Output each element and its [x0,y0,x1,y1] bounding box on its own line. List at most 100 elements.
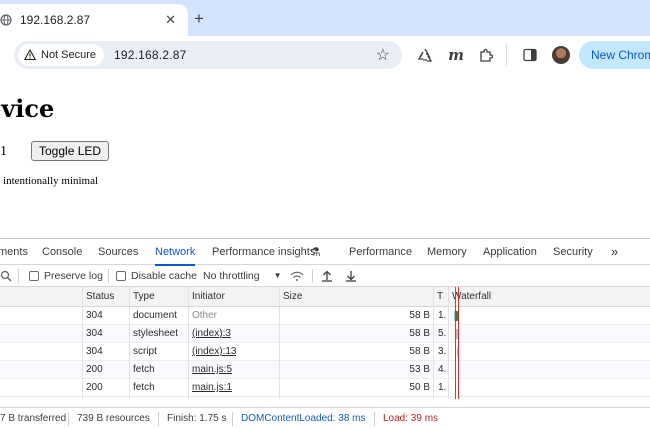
tab-title: 192.168.2.87 [20,13,91,27]
tab-strip: 192.168.2.87 ✕ + [0,0,650,36]
column-divider[interactable] [448,287,449,399]
browser-tab[interactable]: 192.168.2.87 ✕ [0,4,188,36]
preserve-log-checkbox[interactable]: Preserve log [29,265,103,287]
table-row[interactable]: 304 document Other 58 B 1. [0,307,650,325]
cell-time: 5. [438,328,447,339]
cell-time: 4. [438,364,447,375]
checkbox-box[interactable] [29,271,39,281]
column-time[interactable]: T [437,287,443,307]
network-toolbar: Preserve log Disable cache No throttling… [0,265,650,287]
column-divider[interactable] [129,287,130,399]
cell-time: 3. [438,346,447,357]
tab-console[interactable]: Console [42,239,82,265]
column-divider[interactable] [433,287,434,399]
new-chrome-button[interactable]: New Chrome [579,41,650,69]
flask-icon: ⚗ [310,245,321,259]
recycle-icon[interactable] [416,46,434,64]
table-row[interactable]: 304 stylesheet (index):3 58 B 5. [0,325,650,343]
address-bar[interactable]: Not Secure 192.168.2.87 ☆ [14,41,402,69]
profile-avatar[interactable] [552,46,570,64]
cell-initiator-link[interactable]: main.js:1 [192,379,232,397]
dom-content-loaded-marker [455,287,456,399]
tab-memory[interactable]: Memory [427,239,467,265]
toolbar-separator [108,269,109,283]
close-tab-icon[interactable]: ✕ [165,12,176,28]
tab-application[interactable]: Application [483,239,537,265]
cell-initiator-link[interactable]: (index):3 [192,325,231,343]
toolbar-separator [232,412,233,426]
cell-type: script [133,346,157,357]
toolbar-separator [158,412,159,426]
column-divider[interactable] [82,287,83,399]
page-title: evice [0,94,55,123]
column-type[interactable]: Type [133,287,155,307]
network-summary-bar: 7 B transferred 739 B resources Finish: … [0,407,650,429]
disable-cache-checkbox[interactable]: Disable cache [116,265,197,287]
tab-sources[interactable]: Sources [98,239,138,265]
site-info-chip[interactable]: Not Secure [18,44,105,66]
cell-size: 50 B [409,382,430,393]
cell-initiator-link[interactable]: (index):13 [192,343,236,361]
load-summary: Load: 39 ms [383,413,439,424]
toolbar-separator [374,412,375,426]
devtools-panel: ments Console Sources Network Performanc… [0,238,650,430]
warning-icon [24,49,36,61]
cell-initiator-link[interactable]: main.js:5 [192,361,232,379]
cell-status: 200 [86,382,103,393]
search-icon[interactable] [0,265,12,287]
toolbar-separator [68,412,69,426]
toggle-led-button[interactable]: Toggle LED [31,141,110,161]
cell-type: fetch [133,364,155,375]
m-extension-icon[interactable]: m [447,46,465,64]
preserve-log-label: Preserve log [44,270,103,282]
toolbar-divider [506,44,507,66]
throttling-select[interactable]: No throttling ▼ [203,265,282,287]
toolbar-separator [312,269,313,283]
bookmark-star-icon[interactable]: ☆ [376,45,390,65]
tab-security[interactable]: Security [553,239,593,265]
puzzle-icon[interactable] [477,46,495,64]
checkbox-box[interactable] [116,271,126,281]
tab-elements[interactable]: ments [0,239,28,265]
tab-network[interactable]: Network [155,239,196,266]
url-text[interactable]: 192.168.2.87 [114,48,376,62]
cell-initiator: Other [192,310,218,321]
network-request-table: Status Type Initiator Size T Waterfall 3… [0,287,650,399]
column-initiator[interactable]: Initiator [192,287,225,307]
cell-time: 1. [438,382,447,393]
column-size[interactable]: Size [283,287,302,307]
import-har-icon[interactable] [321,265,333,287]
side-panel-icon[interactable] [521,46,539,64]
table-row[interactable]: 200 fetch main.js:1 50 B 1. [0,379,650,397]
export-har-icon[interactable] [345,265,357,287]
transferred-summary: 7 B transferred [0,413,67,424]
new-tab-button[interactable]: + [194,9,204,29]
table-row[interactable]: 200 fetch main.js:5 53 B 4. [0,361,650,379]
network-conditions-icon[interactable] [290,265,304,287]
cell-type: stylesheet [133,328,179,339]
security-label: Not Secure [41,49,97,61]
throttling-value: No throttling [203,270,260,282]
disable-cache-label: Disable cache [131,270,197,282]
table-header: Status Type Initiator Size T Waterfall [0,287,650,307]
cell-status: 200 [86,364,103,375]
cell-size: 58 B [409,310,430,321]
dom-content-loaded-summary: DOMContentLoaded: 38 ms [241,413,366,424]
more-tabs-chevron-icon[interactable]: » [611,239,618,265]
toolbar-separator [18,269,19,283]
cell-status: 304 [86,310,103,321]
tab-performance[interactable]: Performance [349,239,412,265]
column-divider[interactable] [279,287,280,399]
cell-size: 58 B [409,328,430,339]
column-divider[interactable] [188,287,189,399]
led-state-value: 1 [0,144,7,159]
tab-performance-insights[interactable]: Performance insights [212,239,315,265]
page-note: s intentionally minimal [0,175,99,187]
cell-time: 1. [438,310,447,321]
cell-size: 58 B [409,346,430,357]
cell-type: document [133,310,177,321]
finish-summary: Finish: 1.75 s [167,413,227,424]
table-row[interactable]: 304 script (index):13 58 B 3. [0,343,650,361]
cell-type: fetch [133,382,155,393]
column-status[interactable]: Status [86,287,114,307]
